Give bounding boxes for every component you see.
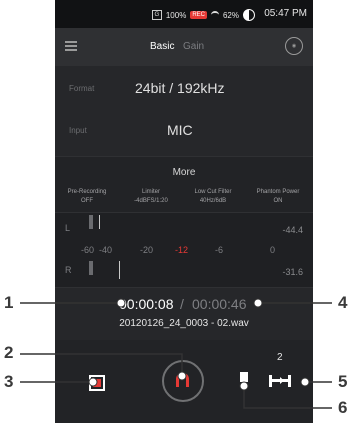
right-level-peak: [119, 261, 120, 279]
recording-filename: 20120126_24_0003 - 02.wav: [119, 318, 249, 329]
control-bar: 2: [55, 340, 313, 423]
option-label: Limiter: [141, 189, 160, 195]
callout-5: 5: [338, 372, 348, 391]
stop-button[interactable]: [89, 375, 105, 391]
loop-count: 2: [277, 352, 283, 363]
meter-left-peak: -44.4: [282, 225, 303, 235]
mark-button[interactable]: [240, 372, 250, 386]
input-row[interactable]: Input MIC: [55, 112, 313, 157]
option-value: ON: [273, 198, 283, 204]
recorder-screen: G 100% REC 62% 05:47 PM Basic Gain ◉ For…: [55, 0, 313, 423]
dial-icon[interactable]: ◉: [285, 37, 303, 55]
record-pause-button[interactable]: [162, 360, 204, 402]
menu-icon[interactable]: [65, 41, 77, 51]
signal-icon: G: [151, 10, 162, 20]
option-label: Phantom Power: [256, 189, 300, 195]
loop-icon[interactable]: [267, 372, 293, 390]
meter-right-peak: -31.6: [282, 267, 303, 277]
top-bar: Basic Gain ◉: [55, 28, 313, 66]
right-level-bar: [89, 261, 93, 275]
elapsed-time: 00:00:08: [119, 296, 174, 312]
wifi-percent: 62%: [222, 10, 239, 20]
format-label: Format: [69, 84, 95, 93]
meter-scale-tick: -20: [140, 245, 154, 255]
option-label: Low Cut Filter: [194, 189, 232, 195]
status-items: G 100% REC 62%: [151, 9, 255, 21]
level-meter: L -44.4 -60 -40 -20 -12 -6 0 R -31.6: [55, 212, 313, 288]
record-icon: [176, 373, 189, 387]
tab-gain[interactable]: Gain: [183, 41, 204, 52]
time-separator: /: [180, 296, 184, 312]
meter-scale-tick: -6: [215, 245, 224, 255]
status-time: 05:47 PM: [264, 8, 307, 19]
battery-percent: 100%: [165, 10, 187, 20]
callout-1: 1: [4, 293, 14, 312]
battery-icon: [243, 9, 255, 21]
meter-left-label: L: [65, 223, 71, 233]
limiter-option[interactable]: Limiter -4dBFS/1:20: [123, 188, 179, 206]
stop-icon: [93, 379, 101, 387]
left-level-bar: [89, 215, 93, 229]
meter-scale-tick: -40: [99, 245, 113, 255]
rec-badge: REC: [190, 11, 207, 19]
low-cut-filter-option[interactable]: Low Cut Filter 40Hz/6dB: [185, 188, 241, 206]
meter-scale-tick: 0: [270, 245, 276, 255]
left-level-peak: [99, 215, 100, 229]
bookmark-icon: [240, 372, 248, 382]
wifi-icon: [210, 11, 219, 19]
timer-panel: 00:00:08 / 00:00:46 20120126_24_0003 - 0…: [55, 288, 313, 340]
tab-basic[interactable]: Basic: [150, 41, 174, 52]
pre-recording-option[interactable]: Pre-Recording OFF: [59, 188, 115, 206]
meter-scale-tick: -60: [81, 245, 95, 255]
more-title[interactable]: More: [55, 167, 313, 178]
callout-2: 2: [4, 343, 14, 362]
callout-4: 4: [338, 293, 348, 312]
input-label: Input: [69, 126, 87, 135]
callout-6: 6: [338, 398, 348, 417]
format-row[interactable]: Format 24bit / 192kHz: [55, 66, 313, 113]
option-value: 40Hz/6dB: [199, 198, 227, 204]
meter-scale-tick-warning: -12: [175, 245, 189, 255]
input-value: MIC: [167, 122, 193, 138]
status-bar: G 100% REC 62% 05:47 PM: [55, 0, 313, 28]
format-value: 24bit / 192kHz: [135, 80, 225, 96]
option-label: Pre-Recording: [67, 189, 107, 195]
meter-right-label: R: [65, 265, 72, 275]
option-value: OFF: [81, 198, 93, 204]
total-time: 00:00:46: [192, 296, 247, 312]
callout-3: 3: [4, 372, 14, 391]
phantom-power-option[interactable]: Phantom Power ON: [247, 188, 309, 206]
option-value: -4dBFS/1:20: [134, 198, 168, 204]
